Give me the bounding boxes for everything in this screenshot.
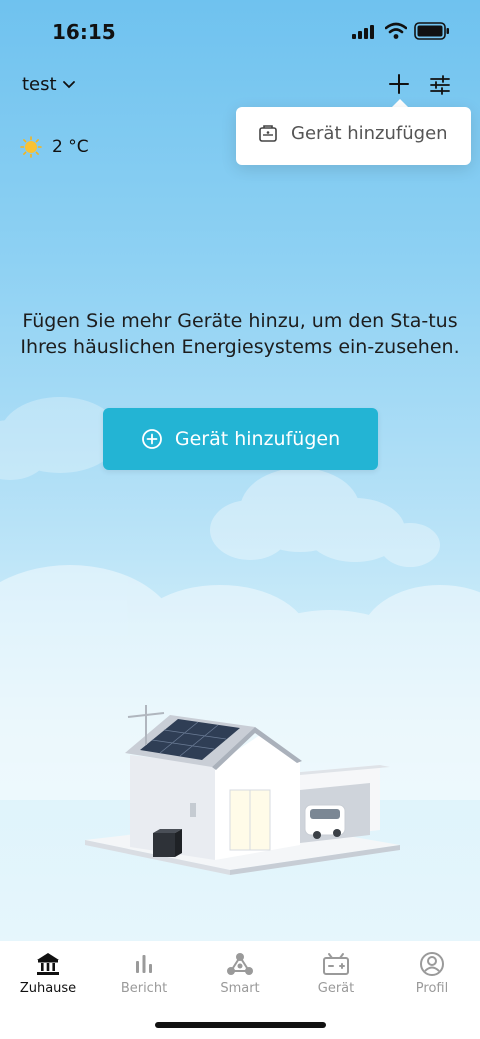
add-device-button[interactable]: Gerät hinzufügen <box>103 408 378 470</box>
battery-device-icon <box>323 953 349 975</box>
tab-label-bericht: Bericht <box>120 981 168 996</box>
device-icon <box>259 124 277 142</box>
tab-smart[interactable]: Smart <box>192 951 288 996</box>
wifi-icon <box>385 22 407 39</box>
popup-add-device-item[interactable]: Gerät hinzufügen <box>258 123 448 144</box>
chevron-down-icon <box>62 80 75 88</box>
tab-zuhause[interactable]: Zuhause <box>0 951 96 996</box>
home-selector[interactable]: test <box>22 74 75 95</box>
weather-temperature: 2 °C <box>52 137 89 157</box>
weather-widget: 2 °C <box>20 136 89 158</box>
tab-label-smart: Smart <box>220 981 260 996</box>
add-device-button-label: Gerät hinzufügen <box>174 428 341 450</box>
sun-icon <box>20 136 42 158</box>
home-indicator <box>155 1022 326 1028</box>
smart-nodes-icon <box>227 953 253 975</box>
add-icon[interactable] <box>388 73 410 95</box>
house-illustration <box>85 705 400 875</box>
tab-label-geraet: Gerät <box>317 981 355 996</box>
empty-state-message: Fügen Sie mehr Geräte hinzu, um den Sta-… <box>20 310 460 358</box>
tab-profil[interactable]: Profil <box>384 951 480 996</box>
tab-geraet[interactable]: Gerät <box>288 951 384 996</box>
popup-add-device-label: Gerät hinzufügen <box>291 123 448 144</box>
cellular-signal-icon <box>352 24 376 40</box>
tab-label-profil: Profil <box>415 981 449 996</box>
battery-icon <box>414 22 449 40</box>
tab-bericht[interactable]: Bericht <box>96 951 192 996</box>
profile-icon <box>420 952 444 976</box>
home-name: test <box>22 74 57 95</box>
status-time: 16:15 <box>52 20 116 44</box>
add-menu-popup: Gerät hinzufügen <box>236 107 471 165</box>
plus-circle-icon <box>141 429 162 449</box>
bar-chart-icon <box>136 955 152 973</box>
settings-sliders-icon[interactable] <box>429 74 451 96</box>
tab-label-zuhause: Zuhause <box>19 981 77 996</box>
home-icon <box>37 953 59 975</box>
